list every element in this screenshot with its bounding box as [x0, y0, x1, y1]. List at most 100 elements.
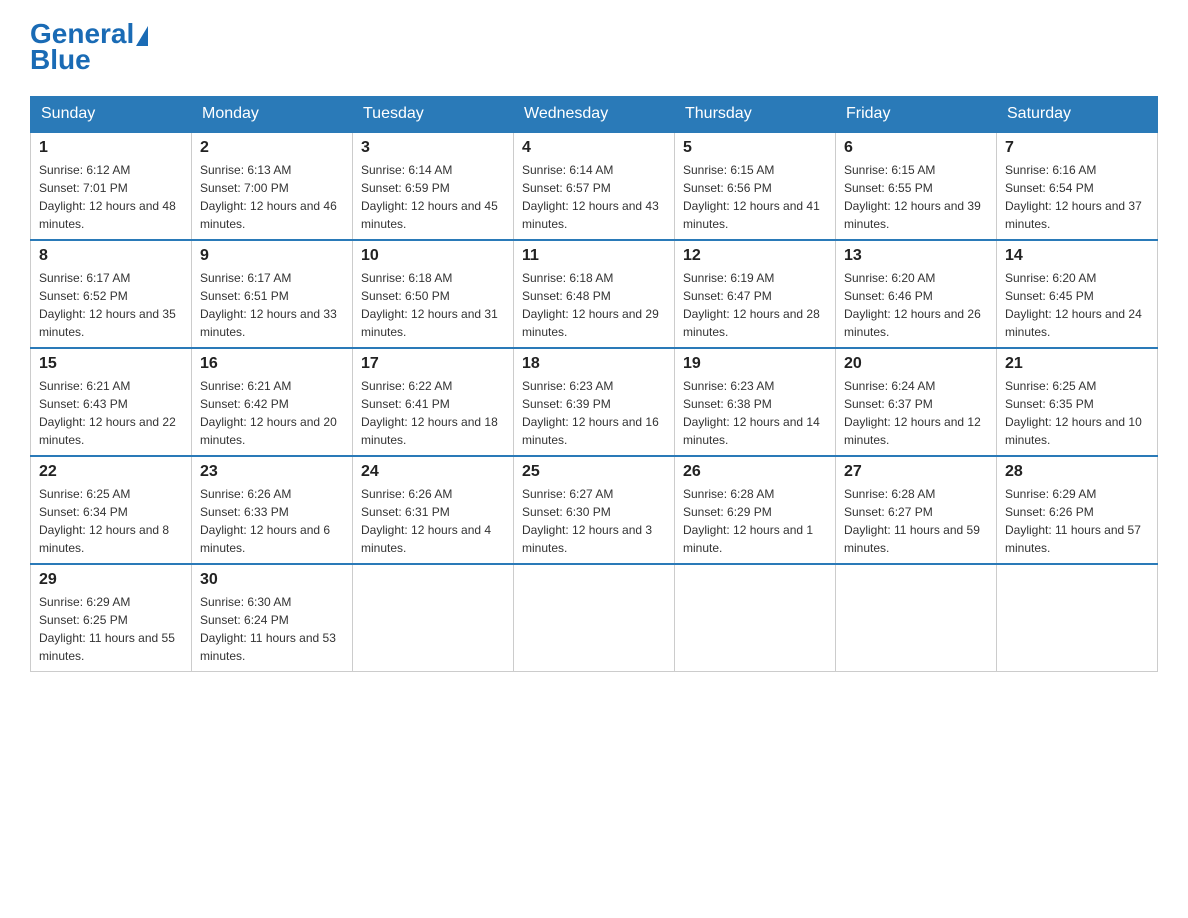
- calendar-cell: 9 Sunrise: 6:17 AMSunset: 6:51 PMDaylight…: [192, 240, 353, 348]
- day-info: Sunrise: 6:20 AMSunset: 6:46 PMDaylight:…: [844, 269, 988, 341]
- day-info: Sunrise: 6:15 AMSunset: 6:55 PMDaylight:…: [844, 161, 988, 233]
- day-number: 29: [39, 571, 183, 589]
- day-info: Sunrise: 6:15 AMSunset: 6:56 PMDaylight:…: [683, 161, 827, 233]
- calendar-cell: 23 Sunrise: 6:26 AMSunset: 6:33 PMDayligh…: [192, 456, 353, 564]
- calendar-cell: [836, 564, 997, 672]
- day-number: 8: [39, 247, 183, 265]
- day-info: Sunrise: 6:28 AMSunset: 6:27 PMDaylight:…: [844, 485, 988, 557]
- day-info: Sunrise: 6:30 AMSunset: 6:24 PMDaylight:…: [200, 593, 344, 665]
- logo-triangle-icon: [136, 26, 148, 46]
- calendar-cell: 1 Sunrise: 6:12 AMSunset: 7:01 PMDaylight…: [31, 132, 192, 240]
- day-of-week-header: Friday: [836, 97, 997, 133]
- day-info: Sunrise: 6:26 AMSunset: 6:33 PMDaylight:…: [200, 485, 344, 557]
- calendar-cell: 16 Sunrise: 6:21 AMSunset: 6:42 PMDayligh…: [192, 348, 353, 456]
- day-number: 19: [683, 355, 827, 373]
- calendar-table: SundayMondayTuesdayWednesdayThursdayFrid…: [30, 96, 1158, 672]
- calendar-cell: 19Sunrise: 6:23 AMSunset: 6:38 PMDayligh…: [675, 348, 836, 456]
- day-of-week-header: Monday: [192, 97, 353, 133]
- day-number: 27: [844, 463, 988, 481]
- calendar-cell: [997, 564, 1158, 672]
- day-number: 18: [522, 355, 666, 373]
- calendar-cell: 27 Sunrise: 6:28 AMSunset: 6:27 PMDayligh…: [836, 456, 997, 564]
- day-number: 28: [1005, 463, 1149, 481]
- day-number: 25: [522, 463, 666, 481]
- day-info: Sunrise: 6:17 AMSunset: 6:52 PMDaylight:…: [39, 269, 183, 341]
- day-number: 7: [1005, 139, 1149, 157]
- day-info: Sunrise: 6:14 AMSunset: 6:57 PMDaylight:…: [522, 161, 666, 233]
- day-info: Sunrise: 6:27 AMSunset: 6:30 PMDaylight:…: [522, 485, 666, 557]
- day-of-week-header: Tuesday: [353, 97, 514, 133]
- calendar-week-row: 8 Sunrise: 6:17 AMSunset: 6:52 PMDaylight…: [31, 240, 1158, 348]
- page-header: General Blue: [30, 20, 1158, 76]
- calendar-cell: 30 Sunrise: 6:30 AMSunset: 6:24 PMDayligh…: [192, 564, 353, 672]
- calendar-cell: 7Sunrise: 6:16 AMSunset: 6:54 PMDaylight…: [997, 132, 1158, 240]
- calendar-cell: 6Sunrise: 6:15 AMSunset: 6:55 PMDaylight…: [836, 132, 997, 240]
- day-info: Sunrise: 6:24 AMSunset: 6:37 PMDaylight:…: [844, 377, 988, 449]
- day-number: 17: [361, 355, 505, 373]
- day-of-week-header: Wednesday: [514, 97, 675, 133]
- day-number: 3: [361, 139, 505, 157]
- day-number: 20: [844, 355, 988, 373]
- day-info: Sunrise: 6:17 AMSunset: 6:51 PMDaylight:…: [200, 269, 344, 341]
- calendar-cell: 22Sunrise: 6:25 AMSunset: 6:34 PMDayligh…: [31, 456, 192, 564]
- calendar-cell: 15 Sunrise: 6:21 AMSunset: 6:43 PMDayligh…: [31, 348, 192, 456]
- calendar-cell: [353, 564, 514, 672]
- day-number: 30: [200, 571, 344, 589]
- day-number: 24: [361, 463, 505, 481]
- day-number: 9: [200, 247, 344, 265]
- calendar-cell: 26Sunrise: 6:28 AMSunset: 6:29 PMDayligh…: [675, 456, 836, 564]
- logo: General Blue: [30, 20, 148, 76]
- logo-blue: Blue: [30, 44, 91, 76]
- calendar-cell: 25 Sunrise: 6:27 AMSunset: 6:30 PMDayligh…: [514, 456, 675, 564]
- day-number: 16: [200, 355, 344, 373]
- calendar-cell: 13Sunrise: 6:20 AMSunset: 6:46 PMDayligh…: [836, 240, 997, 348]
- day-number: 4: [522, 139, 666, 157]
- day-of-week-header: Thursday: [675, 97, 836, 133]
- calendar-cell: 11Sunrise: 6:18 AMSunset: 6:48 PMDayligh…: [514, 240, 675, 348]
- day-info: Sunrise: 6:26 AMSunset: 6:31 PMDaylight:…: [361, 485, 505, 557]
- calendar-cell: 21 Sunrise: 6:25 AMSunset: 6:35 PMDayligh…: [997, 348, 1158, 456]
- day-info: Sunrise: 6:29 AMSunset: 6:26 PMDaylight:…: [1005, 485, 1149, 557]
- calendar-cell: 18 Sunrise: 6:23 AMSunset: 6:39 PMDayligh…: [514, 348, 675, 456]
- day-info: Sunrise: 6:21 AMSunset: 6:42 PMDaylight:…: [200, 377, 344, 449]
- calendar-cell: 29Sunrise: 6:29 AMSunset: 6:25 PMDayligh…: [31, 564, 192, 672]
- day-info: Sunrise: 6:25 AMSunset: 6:35 PMDaylight:…: [1005, 377, 1149, 449]
- calendar-cell: 17 Sunrise: 6:22 AMSunset: 6:41 PMDayligh…: [353, 348, 514, 456]
- day-info: Sunrise: 6:23 AMSunset: 6:39 PMDaylight:…: [522, 377, 666, 449]
- calendar-cell: 3 Sunrise: 6:14 AMSunset: 6:59 PMDaylight…: [353, 132, 514, 240]
- day-number: 23: [200, 463, 344, 481]
- day-info: Sunrise: 6:20 AMSunset: 6:45 PMDaylight:…: [1005, 269, 1149, 341]
- calendar-cell: [514, 564, 675, 672]
- day-number: 2: [200, 139, 344, 157]
- calendar-cell: 2 Sunrise: 6:13 AMSunset: 7:00 PMDaylight…: [192, 132, 353, 240]
- calendar-cell: 4 Sunrise: 6:14 AMSunset: 6:57 PMDaylight…: [514, 132, 675, 240]
- day-info: Sunrise: 6:28 AMSunset: 6:29 PMDaylight:…: [683, 485, 827, 557]
- day-info: Sunrise: 6:21 AMSunset: 6:43 PMDaylight:…: [39, 377, 183, 449]
- day-info: Sunrise: 6:12 AMSunset: 7:01 PMDaylight:…: [39, 161, 183, 233]
- calendar-header-row: SundayMondayTuesdayWednesdayThursdayFrid…: [31, 97, 1158, 133]
- day-number: 12: [683, 247, 827, 265]
- calendar-cell: 10Sunrise: 6:18 AMSunset: 6:50 PMDayligh…: [353, 240, 514, 348]
- calendar-cell: 14Sunrise: 6:20 AMSunset: 6:45 PMDayligh…: [997, 240, 1158, 348]
- calendar-cell: 12 Sunrise: 6:19 AMSunset: 6:47 PMDayligh…: [675, 240, 836, 348]
- day-info: Sunrise: 6:18 AMSunset: 6:50 PMDaylight:…: [361, 269, 505, 341]
- calendar-week-row: 22Sunrise: 6:25 AMSunset: 6:34 PMDayligh…: [31, 456, 1158, 564]
- calendar-cell: 28 Sunrise: 6:29 AMSunset: 6:26 PMDayligh…: [997, 456, 1158, 564]
- day-number: 21: [1005, 355, 1149, 373]
- calendar-cell: 5 Sunrise: 6:15 AMSunset: 6:56 PMDaylight…: [675, 132, 836, 240]
- day-info: Sunrise: 6:19 AMSunset: 6:47 PMDaylight:…: [683, 269, 827, 341]
- day-number: 15: [39, 355, 183, 373]
- day-info: Sunrise: 6:22 AMSunset: 6:41 PMDaylight:…: [361, 377, 505, 449]
- day-number: 1: [39, 139, 183, 157]
- day-info: Sunrise: 6:18 AMSunset: 6:48 PMDaylight:…: [522, 269, 666, 341]
- day-of-week-header: Saturday: [997, 97, 1158, 133]
- day-info: Sunrise: 6:14 AMSunset: 6:59 PMDaylight:…: [361, 161, 505, 233]
- calendar-cell: 24 Sunrise: 6:26 AMSunset: 6:31 PMDayligh…: [353, 456, 514, 564]
- calendar-cell: 8 Sunrise: 6:17 AMSunset: 6:52 PMDaylight…: [31, 240, 192, 348]
- calendar-week-row: 15 Sunrise: 6:21 AMSunset: 6:43 PMDayligh…: [31, 348, 1158, 456]
- calendar-week-row: 29Sunrise: 6:29 AMSunset: 6:25 PMDayligh…: [31, 564, 1158, 672]
- calendar-week-row: 1 Sunrise: 6:12 AMSunset: 7:01 PMDaylight…: [31, 132, 1158, 240]
- day-of-week-header: Sunday: [31, 97, 192, 133]
- day-number: 5: [683, 139, 827, 157]
- day-info: Sunrise: 6:13 AMSunset: 7:00 PMDaylight:…: [200, 161, 344, 233]
